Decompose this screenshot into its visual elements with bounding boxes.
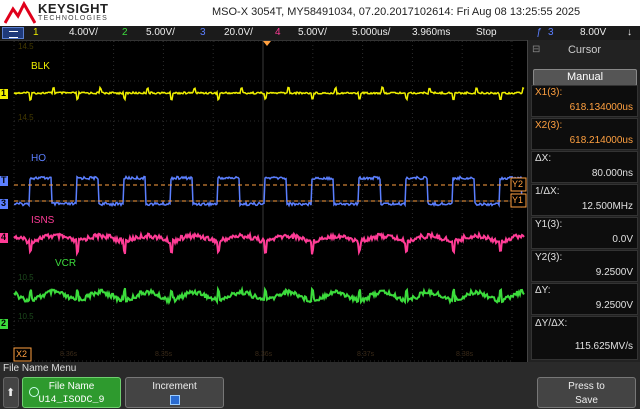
checkbox-icon[interactable] bbox=[170, 395, 180, 405]
channel-status-bar: 1 4.00V/ 2 5.00V/ 3 20.0V/ 4 5.00V/ 5.00… bbox=[0, 26, 640, 40]
up-arrow-icon: ⬆ bbox=[6, 387, 16, 399]
cursor-panel-title: Cursor bbox=[567, 44, 601, 56]
ch2-trace bbox=[13, 285, 525, 306]
cursor-y2-value: 9.2500V bbox=[595, 267, 633, 278]
cursor-x1-label: X1(3): bbox=[535, 87, 563, 98]
ch2-marker-label: 2 bbox=[1, 318, 7, 328]
file-name-label: File Name bbox=[48, 381, 95, 392]
cursor-y2-label: Y2(3): bbox=[535, 252, 563, 263]
cursor-x2-value: 618.214000us bbox=[569, 135, 633, 146]
run-state[interactable]: Stop bbox=[476, 27, 497, 38]
cursor-panel: Cursor ⊟ Manual X1(3): 618.134000us X2(3… bbox=[527, 40, 640, 362]
faint-readout: 14.5 bbox=[18, 113, 34, 122]
faint-readout: 10.5 bbox=[18, 312, 34, 321]
ch1-trace bbox=[13, 85, 525, 102]
ch2-label: VCR bbox=[55, 258, 77, 269]
cursor-mode-button[interactable]: Manual bbox=[533, 69, 637, 86]
save-label-line1: Press to bbox=[568, 381, 605, 392]
ch3-label: HO bbox=[31, 153, 46, 164]
x-tick-label: 8.37s bbox=[357, 351, 375, 358]
ch1-scale[interactable]: 4.00V/ bbox=[69, 27, 98, 38]
cursor-x2-item[interactable]: X2(3): 618.214000us bbox=[531, 118, 638, 150]
cursor-dx-label: ΔX: bbox=[535, 153, 552, 164]
ch1-number[interactable]: 1 bbox=[33, 27, 39, 38]
trigger-source[interactable]: 3 bbox=[548, 27, 554, 38]
cursor-dy-label: ΔY: bbox=[535, 285, 551, 296]
trigger-position-marker bbox=[263, 41, 271, 46]
x-tick-label: 8.35s bbox=[155, 351, 173, 358]
y1-cursor-label[interactable]: Y1 bbox=[512, 195, 523, 205]
increment-label: Increment bbox=[152, 381, 197, 392]
ch3-number[interactable]: 3 bbox=[200, 27, 206, 38]
faint-readout: 10.5 bbox=[18, 273, 34, 282]
waveform-display[interactable]: BLK HO ISNS VCR 14.5 14.5 10.5 10.5 1 3 … bbox=[0, 40, 527, 362]
save-label-line2: Save bbox=[575, 395, 598, 406]
trigger-level[interactable]: 8.00V bbox=[580, 27, 606, 38]
ch4-number[interactable]: 4 bbox=[275, 27, 281, 38]
x-tick-label: 8.38s bbox=[456, 351, 474, 358]
cursor-x2-label: X2(3): bbox=[535, 120, 563, 131]
cursor-y1-value: 0.0V bbox=[612, 234, 633, 245]
x2-cursor-label[interactable]: X2 bbox=[16, 349, 27, 359]
cursor-inv-dx-item: 1/ΔX: 12.500MHz bbox=[531, 184, 638, 216]
cursor-y2-item[interactable]: Y2(3): 9.2500V bbox=[531, 250, 638, 282]
file-name-softkey[interactable]: File Name U14_ISODC_9 bbox=[22, 377, 121, 408]
ch2-number[interactable]: 2 bbox=[122, 27, 128, 38]
cursor-slope-item: ΔY/ΔX: 115.625MV/s bbox=[531, 316, 638, 360]
x-tick-label: 8.36s bbox=[255, 351, 273, 358]
ch1-label: BLK bbox=[31, 61, 50, 72]
back-button[interactable]: ⬆ bbox=[3, 377, 19, 408]
cursor-y1-item[interactable]: Y1(3): 0.0V bbox=[531, 217, 638, 249]
increment-softkey[interactable]: Increment bbox=[125, 377, 224, 408]
timebase[interactable]: 5.000us/ bbox=[352, 27, 390, 38]
y2-cursor-label[interactable]: Y2 bbox=[512, 179, 523, 189]
cursor-dy-item: ΔY: 9.2500V bbox=[531, 283, 638, 315]
save-softkey[interactable]: Press to Save bbox=[537, 377, 636, 408]
cursor-x1-item[interactable]: X1(3): 618.134000us bbox=[531, 85, 638, 117]
ch4-marker-label: 4 bbox=[1, 232, 7, 242]
ch4-trace bbox=[13, 230, 525, 257]
cursor-slope-label: ΔY/ΔX: bbox=[535, 318, 568, 329]
cursor-dx-value: 80.000ns bbox=[591, 168, 633, 179]
ch4-label: ISNS bbox=[31, 215, 55, 226]
menu-icon[interactable] bbox=[2, 27, 24, 39]
ch2-scale[interactable]: 5.00V/ bbox=[146, 27, 175, 38]
brand-subtitle: TECHNOLOGIES bbox=[38, 15, 109, 22]
waveform-traces bbox=[0, 41, 527, 362]
trigger-level-icon: ↓ bbox=[627, 27, 632, 38]
delay[interactable]: 3.960ms bbox=[412, 27, 450, 38]
cursor-inv-dx-value: 12.500MHz bbox=[581, 201, 633, 212]
ch1-marker-label: 1 bbox=[1, 88, 7, 98]
ch4-scale[interactable]: 5.00V/ bbox=[298, 27, 327, 38]
cursor-x1-value: 618.134000us bbox=[569, 102, 633, 113]
cursor-y1-label: Y1(3): bbox=[535, 219, 563, 230]
cursor-dy-value: 9.2500V bbox=[595, 300, 633, 311]
instrument-info: MSO-X 3054T, MY58491034, 07.20.201710261… bbox=[212, 6, 581, 18]
cursor-inv-dx-label: 1/ΔX: bbox=[535, 186, 560, 197]
ch3-marker-label: 3 bbox=[1, 198, 7, 208]
trigger-marker-label: T bbox=[1, 175, 7, 185]
faint-readout: 14.5 bbox=[18, 42, 34, 51]
cursor-slope-value: 115.625MV/s bbox=[574, 341, 633, 352]
instrument-header: KEYSIGHT TECHNOLOGIES MSO-X 3054T, MY584… bbox=[0, 0, 640, 26]
keysight-logo-icon bbox=[4, 1, 36, 24]
brand-name: KEYSIGHT bbox=[38, 1, 109, 16]
trigger-icon: ƒ bbox=[536, 27, 542, 38]
file-name-value: U14_ISODC_9 bbox=[38, 395, 105, 406]
collapse-icon[interactable]: ⊟ bbox=[532, 44, 540, 55]
cursor-dx-item: ΔX: 80.000ns bbox=[531, 151, 638, 183]
menu-title: File Name Menu bbox=[3, 363, 77, 374]
x-tick-label: 8.36s bbox=[60, 351, 78, 358]
ch3-scale[interactable]: 20.0V/ bbox=[224, 27, 253, 38]
softkey-menu: File Name Menu ⬆ File Name U14_ISODC_9 I… bbox=[0, 362, 640, 409]
